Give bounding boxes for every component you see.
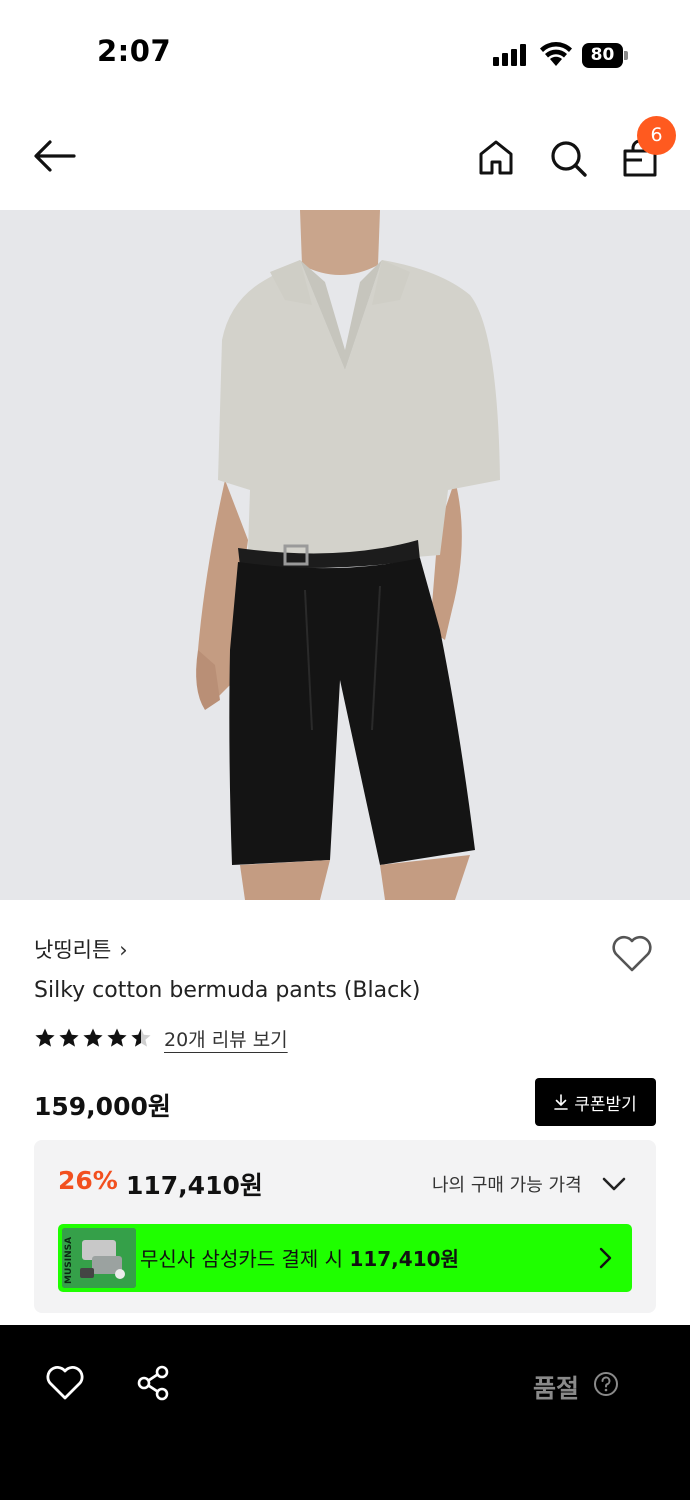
download-icon	[554, 1094, 569, 1110]
star-full-icon	[83, 1028, 103, 1047]
coupon-download-button[interactable]: 쿠폰받기	[535, 1078, 656, 1126]
coupon-button-label: 쿠폰받기	[574, 1094, 637, 1115]
chevron-down-icon[interactable]	[600, 1170, 628, 1198]
card-promo-text: 무신사 삼성카드 결제 시 117,410원	[140, 1243, 459, 1272]
brand-name: 낫띵리튼	[34, 938, 112, 962]
star-full-icon	[107, 1028, 127, 1047]
share-icon[interactable]	[135, 1365, 171, 1401]
musinsa-card-thumbnail: MUSINSA	[62, 1228, 136, 1288]
search-icon[interactable]	[548, 138, 588, 178]
product-image[interactable]	[0, 210, 690, 900]
battery-icon: 80	[582, 43, 628, 68]
brand-link[interactable]: 낫띵리튼 ›	[34, 934, 128, 964]
help-icon[interactable]	[593, 1371, 619, 1397]
top-nav-bar: 6	[0, 100, 690, 210]
status-bar: 2:07 80	[0, 0, 690, 100]
chevron-right-icon	[599, 1247, 612, 1269]
my-price-panel: 26% 117,410원 나의 구매 가능 가격 MUSINSA 무신사 삼성카…	[34, 1140, 656, 1313]
back-arrow-icon[interactable]	[32, 138, 76, 174]
rating-row: 20개 리뷰 보기	[34, 1022, 288, 1054]
card-brand-text: MUSINSA	[64, 1237, 74, 1284]
original-price: 159,000원	[34, 1092, 171, 1121]
heart-icon[interactable]	[45, 1365, 85, 1401]
review-link[interactable]: 20개 리뷰 보기	[164, 1025, 288, 1052]
card-promo-prefix: 무신사 삼성카드 결제 시	[140, 1247, 350, 1271]
cellular-signal-icon	[493, 44, 529, 66]
wifi-icon	[540, 42, 572, 66]
star-full-icon	[35, 1028, 55, 1047]
card-promo-price: 117,410원	[349, 1247, 459, 1271]
chevron-right-icon: ›	[119, 938, 128, 962]
discount-price: 117,410원	[126, 1171, 263, 1200]
cart-count-badge[interactable]: 6	[637, 116, 676, 155]
product-photo	[0, 210, 690, 900]
home-icon[interactable]	[477, 138, 515, 176]
star-half-icon	[131, 1028, 151, 1047]
bottom-action-bar: 품절	[0, 1325, 690, 1500]
soldout-status: 품절	[533, 1374, 580, 1403]
heart-icon[interactable]	[610, 934, 654, 974]
rating-stars	[34, 1027, 152, 1049]
star-full-icon	[59, 1028, 79, 1047]
discount-rate: 26%	[58, 1166, 118, 1195]
battery-level: 80	[582, 43, 623, 68]
status-time: 2:07	[97, 34, 172, 68]
card-promo-banner[interactable]: MUSINSA 무신사 삼성카드 결제 시 117,410원	[58, 1224, 632, 1292]
product-name: Silky cotton bermuda pants (Black)	[34, 978, 421, 1003]
my-price-toggle-label[interactable]: 나의 구매 가능 가격	[432, 1171, 582, 1197]
